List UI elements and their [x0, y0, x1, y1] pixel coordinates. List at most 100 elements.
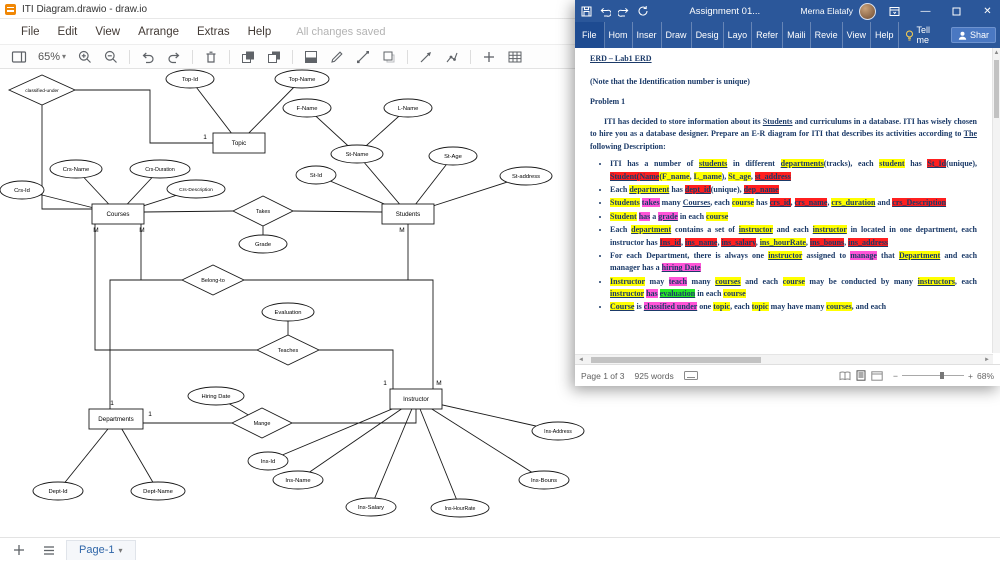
tab-draw[interactable]: Draw — [662, 22, 692, 48]
zoom-percent[interactable]: 68% — [977, 371, 994, 381]
read-mode-icon[interactable] — [839, 371, 851, 381]
drawio-menubar-items: File Edit View Arrange Extras Help — [12, 23, 280, 41]
undo-icon[interactable] — [599, 6, 611, 17]
tab-refer[interactable]: Refer — [752, 22, 784, 48]
er-label-st-name: St-Name — [346, 152, 369, 158]
minimize-button[interactable]: — — [913, 0, 938, 22]
tab-layo[interactable]: Layo — [724, 22, 753, 48]
er-edge[interactable] — [243, 279, 434, 389]
sync-icon[interactable] — [637, 5, 649, 17]
page-indicator[interactable]: Page 1 of 3 — [581, 371, 624, 381]
er-label-st-id: St-Id — [310, 173, 322, 179]
er-edge[interactable] — [143, 210, 234, 213]
text-segment: , and each — [851, 302, 887, 312]
horizontal-scroll-thumb[interactable] — [591, 357, 761, 363]
share-button[interactable]: Shar — [950, 27, 996, 43]
undo-icon[interactable] — [137, 48, 159, 66]
fill-color-icon[interactable] — [300, 48, 322, 66]
tell-me-box[interactable]: Tell me — [899, 22, 951, 48]
zoom-slider-thumb[interactable] — [940, 372, 945, 379]
er-label-ins-bouns: Ins-Bouns — [531, 478, 557, 484]
er-edge[interactable] — [415, 398, 545, 481]
er-edge[interactable] — [292, 409, 417, 424]
table-icon[interactable] — [504, 48, 526, 66]
insert-icon[interactable] — [478, 48, 500, 66]
web-layout-icon[interactable] — [871, 370, 883, 381]
er-edge[interactable] — [75, 89, 213, 144]
add-page-icon[interactable] — [6, 540, 32, 560]
word-document[interactable]: ERD – Lab1 ERD (Note that the Identifica… — [575, 48, 993, 353]
shadow-icon[interactable] — [378, 48, 400, 66]
waypoints-icon[interactable] — [441, 48, 463, 66]
vertical-scrollbar[interactable]: ▲ — [992, 48, 1000, 353]
to-front-icon[interactable] — [237, 48, 259, 66]
text-segment: many — [659, 198, 683, 208]
er-edge[interactable] — [115, 418, 159, 492]
text-segment: following Description: — [590, 141, 666, 151]
er-label-dept-id: Dept-Id — [48, 489, 67, 495]
text-segment: topic — [713, 302, 731, 312]
ribbon-display-options-icon[interactable] — [882, 0, 907, 22]
text-segment: (unique), — [710, 184, 744, 194]
tab-hom[interactable]: Hom — [605, 22, 633, 48]
scroll-left-icon[interactable]: ◄ — [575, 357, 587, 363]
er-edge[interactable] — [318, 349, 394, 389]
menu-edit[interactable]: Edit — [49, 23, 87, 41]
pencil-icon[interactable] — [326, 48, 348, 66]
zoom-in-icon[interactable] — [74, 48, 96, 66]
delete-icon[interactable] — [200, 48, 222, 66]
zoom-out-icon[interactable] — [100, 48, 122, 66]
er-edge[interactable] — [41, 105, 92, 210]
text-segment: has — [638, 211, 651, 221]
connection-icon[interactable] — [415, 48, 437, 66]
er-edge[interactable] — [292, 210, 383, 213]
menu-arrange[interactable]: Arrange — [129, 23, 188, 41]
tab-file[interactable]: File — [575, 22, 605, 48]
pages-menu-icon[interactable] — [36, 540, 62, 560]
tab-desig[interactable]: Desig — [692, 22, 724, 48]
zoom-slider[interactable] — [902, 372, 965, 379]
tab-inser[interactable]: Inser — [633, 22, 662, 48]
er-label-instructor: Instructor — [403, 396, 429, 403]
close-button[interactable]: ✕ — [975, 0, 1000, 22]
er-edge[interactable] — [94, 224, 258, 351]
text-segment: The — [963, 129, 977, 139]
menu-extras[interactable]: Extras — [188, 23, 239, 41]
save-icon[interactable] — [581, 6, 592, 17]
tab-view[interactable]: View — [843, 22, 872, 48]
redo-icon[interactable] — [618, 6, 630, 17]
doc-bullet: Students takes many Courses, each course… — [610, 197, 977, 209]
er-label-top-id: Top-Id — [182, 77, 198, 83]
avatar[interactable] — [859, 2, 876, 20]
scroll-right-icon[interactable]: ► — [981, 357, 993, 363]
tab-help[interactable]: Help — [871, 22, 899, 48]
page-tab[interactable]: Page-1 ▾ — [66, 540, 136, 560]
vertical-scroll-thumb[interactable] — [994, 60, 999, 118]
text-segment: Students — [610, 198, 640, 208]
text-segment: department — [631, 225, 672, 235]
format-panel-toggle-icon[interactable] — [8, 48, 30, 66]
er-edge[interactable] — [297, 398, 417, 481]
redo-icon[interactable] — [163, 48, 185, 66]
er-edge[interactable] — [415, 398, 461, 509]
er-edge[interactable] — [109, 279, 183, 409]
er-edge[interactable] — [140, 224, 183, 281]
er-edge[interactable] — [57, 418, 117, 492]
menu-view[interactable]: View — [86, 23, 129, 41]
menu-help[interactable]: Help — [239, 23, 281, 41]
er-label-ins-id: Ins-Id — [261, 459, 276, 465]
tab-maili[interactable]: Maili — [783, 22, 811, 48]
zoom-level-dropdown[interactable]: 65% ▾ — [34, 51, 70, 63]
restore-button[interactable] — [944, 0, 969, 22]
to-back-icon[interactable] — [263, 48, 285, 66]
scroll-up-icon[interactable]: ▲ — [993, 49, 1000, 57]
tab-revie[interactable]: Revie — [811, 22, 843, 48]
zoom-out-button[interactable]: − — [893, 371, 898, 381]
print-layout-icon[interactable] — [856, 370, 866, 381]
line-style-icon[interactable] — [352, 48, 374, 66]
er-label-top-name: Top-Name — [289, 77, 316, 83]
word-count[interactable]: 925 words — [634, 371, 673, 381]
zoom-in-button[interactable]: + — [968, 371, 973, 381]
menu-file[interactable]: File — [12, 23, 49, 41]
er-label-takes: Takes — [256, 209, 271, 215]
